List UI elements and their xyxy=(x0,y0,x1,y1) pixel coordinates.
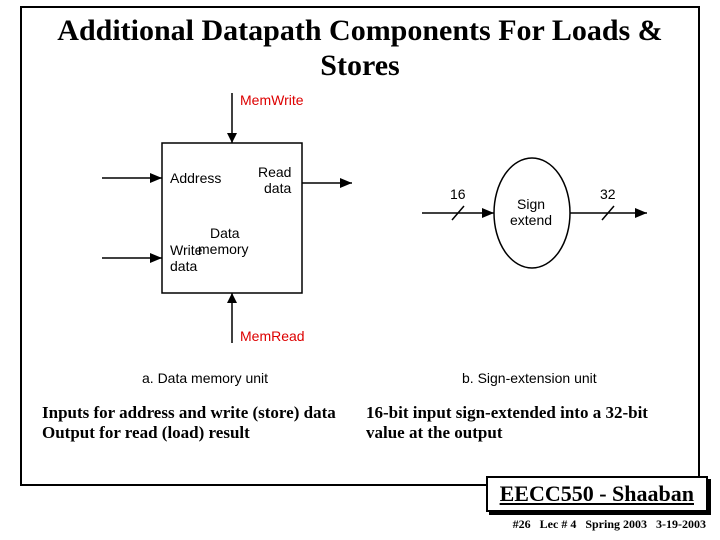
diagram-area: MemWrite MemRead Address Write data Read… xyxy=(22,83,698,403)
signextend-label-1: Sign xyxy=(517,196,545,212)
caption-left-l1: Inputs for address and write (store) dat… xyxy=(42,403,336,422)
diagram-b-caption: b. Sign-extension unit xyxy=(462,370,597,386)
footer-lecture: Lec # 4 xyxy=(540,517,577,531)
out-width-label: 32 xyxy=(600,186,616,202)
diagram-a-caption: a. Data memory unit xyxy=(142,370,268,386)
readdata-label-1: Read xyxy=(258,164,291,180)
caption-row: Inputs for address and write (store) dat… xyxy=(22,403,698,453)
footer-term: Spring 2003 xyxy=(585,517,647,531)
slide-footer: #26 Lec # 4 Spring 2003 3-19-2003 xyxy=(513,517,706,532)
data-memory-diagram: MemWrite MemRead Address Write data Read… xyxy=(42,83,372,393)
writedata-label-2: data xyxy=(170,258,197,274)
sign-extend-diagram: Sign extend 16 32 b. Sign-extension unit xyxy=(392,83,672,393)
memwrite-label: MemWrite xyxy=(240,92,304,108)
caption-left: Inputs for address and write (store) dat… xyxy=(42,403,342,443)
in-width-label: 16 xyxy=(450,186,466,202)
signextend-label-2: extend xyxy=(510,212,552,228)
address-label: Address xyxy=(170,170,221,186)
slide-title: Additional Datapath Components For Loads… xyxy=(22,8,698,83)
datamemory-label-1: Data xyxy=(210,225,240,241)
footer-date: 3-19-2003 xyxy=(656,517,706,531)
memread-label: MemRead xyxy=(240,328,305,344)
readdata-label-2: data xyxy=(264,180,291,196)
datamemory-label-2: memory xyxy=(198,241,249,257)
slide-frame: Additional Datapath Components For Loads… xyxy=(20,6,700,486)
course-box: EECC550 - Shaaban xyxy=(486,476,708,512)
caption-right: 16-bit input sign-extended into a 32-bit… xyxy=(366,403,678,443)
footer-slide: #26 xyxy=(513,517,531,531)
caption-left-l2: Output for read (load) result xyxy=(42,423,250,442)
